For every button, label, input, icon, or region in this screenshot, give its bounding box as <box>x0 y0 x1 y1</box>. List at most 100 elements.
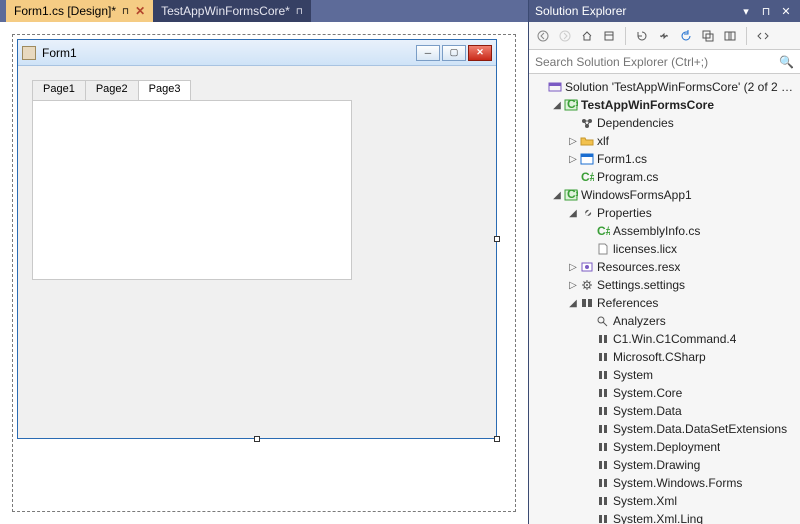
tab-pin-icon[interactable]: ⊓ <box>122 6 129 17</box>
pending-changes-filter-button[interactable] <box>632 26 652 46</box>
document-tabstrip: Form1.cs [Design]* ⊓ ✕ TestAppWinFormsCore*… <box>0 0 528 22</box>
back-button[interactable] <box>533 26 553 46</box>
tree-node[interactable]: ◢C#TestAppWinFormsCore <box>529 96 800 114</box>
tab-close-icon[interactable]: ✕ <box>135 4 145 18</box>
ref-icon <box>595 458 611 472</box>
tab-pin-icon[interactable]: ⊓ <box>296 6 303 17</box>
view-code-button[interactable] <box>753 26 773 46</box>
tree-node-label: System.Xml.Linq <box>611 512 703 524</box>
tree-node-label: Resources.resx <box>595 260 680 274</box>
tree-expander-icon[interactable]: ▷ <box>567 262 579 273</box>
ref-icon <box>595 350 611 364</box>
forward-button[interactable] <box>555 26 575 46</box>
home-button[interactable] <box>577 26 597 46</box>
tree-node-label: System.Data <box>611 404 682 418</box>
minimize-button[interactable]: ─ <box>416 45 440 61</box>
tree-node-label: System.Data.DataSetExtensions <box>611 422 787 436</box>
resize-handle-south[interactable] <box>254 436 260 442</box>
tree-node[interactable]: Analyzers <box>529 312 800 330</box>
tree-node[interactable]: ▷ Form1.cs <box>529 150 800 168</box>
tree-node[interactable]: System.Xml.Linq <box>529 510 800 524</box>
collapse-all-button[interactable] <box>698 26 718 46</box>
tree-node-label: References <box>595 296 658 310</box>
tree-expander-icon[interactable]: ◢ <box>551 190 563 201</box>
autohide-pin-icon[interactable]: ⊓ <box>758 3 774 19</box>
tree-node[interactable]: System.Data.DataSetExtensions <box>529 420 800 438</box>
gear-icon <box>579 278 595 292</box>
document-tab[interactable]: TestAppWinFormsCore*⊓ <box>153 0 311 22</box>
switch-views-button[interactable] <box>599 26 619 46</box>
tree-node[interactable]: System.Data <box>529 402 800 420</box>
tree-node[interactable]: ▷Settings.settings <box>529 276 800 294</box>
tree-node[interactable]: C1.Win.C1Command.4 <box>529 330 800 348</box>
tab-page[interactable] <box>32 100 352 280</box>
tree-expander-icon[interactable]: ▷ <box>567 136 579 147</box>
ref-icon <box>595 368 611 382</box>
tree-node-label: Form1.cs <box>595 152 647 166</box>
tree-expander-icon[interactable]: ◢ <box>551 100 563 111</box>
sync-with-active-document-button[interactable] <box>654 26 674 46</box>
cs-icon: C# <box>579 170 595 184</box>
ref-icon <box>595 332 611 346</box>
tree-node[interactable]: Solution 'TestAppWinFormsCore' (2 of 2 p… <box>529 78 800 96</box>
tree-view[interactable]: Solution 'TestAppWinFormsCore' (2 of 2 p… <box>529 74 800 524</box>
tree-node[interactable]: C#AssemblyInfo.cs <box>529 222 800 240</box>
window-position-button[interactable]: ▾ <box>738 3 754 19</box>
tree-node[interactable]: Dependencies <box>529 114 800 132</box>
svg-text:C#: C# <box>567 99 578 111</box>
analyzer-icon <box>595 314 611 328</box>
tree-node[interactable]: System <box>529 366 800 384</box>
search-input[interactable] <box>535 55 779 69</box>
ref-icon <box>595 386 611 400</box>
tree-node-label: System.Xml <box>611 494 677 508</box>
form-titlebar: Form1 ─ ▢ ✕ <box>18 40 496 66</box>
resize-handle-east[interactable] <box>494 236 500 242</box>
tabcontrol-tab[interactable]: Page1 <box>32 80 86 100</box>
maximize-button[interactable]: ▢ <box>442 45 466 61</box>
ref-icon <box>595 512 611 524</box>
show-all-files-button[interactable] <box>720 26 740 46</box>
tree-node[interactable]: ◢Properties <box>529 204 800 222</box>
file-icon <box>595 242 611 256</box>
resize-handle-se[interactable] <box>494 436 500 442</box>
tabcontrol-tab[interactable]: Page3 <box>138 80 192 100</box>
close-button[interactable]: ✕ <box>468 45 492 61</box>
tree-node[interactable]: ◢ References <box>529 294 800 312</box>
ref-icon <box>595 476 611 490</box>
tree-node[interactable]: ▷xlf <box>529 132 800 150</box>
designer-area: Form1.cs [Design]* ⊓ ✕ TestAppWinFormsCore*… <box>0 0 528 524</box>
tree-node[interactable]: System.Deployment <box>529 438 800 456</box>
tree-node-label: System.Core <box>611 386 682 400</box>
form-window[interactable]: Form1 ─ ▢ ✕ Page1Page2Page3 <box>17 39 497 439</box>
cs-icon: C# <box>595 224 611 238</box>
document-tab[interactable]: Form1.cs [Design]* ⊓ ✕ <box>6 0 153 22</box>
tab-control[interactable]: Page1Page2Page3 <box>32 80 352 280</box>
ref-icon <box>595 422 611 436</box>
form-title: Form1 <box>42 46 414 60</box>
tree-expander-icon[interactable]: ▷ <box>567 280 579 291</box>
document-tab-label: Form1.cs [Design]* <box>14 4 116 18</box>
tree-expander-icon[interactable]: ◢ <box>567 208 579 219</box>
tree-node[interactable]: System.Core <box>529 384 800 402</box>
tree-node[interactable]: licenses.licx <box>529 240 800 258</box>
search-row: 🔍 <box>529 50 800 74</box>
tree-node[interactable]: C#Program.cs <box>529 168 800 186</box>
refresh-button[interactable] <box>676 26 696 46</box>
search-icon[interactable]: 🔍 <box>779 55 794 69</box>
tree-node[interactable]: ▷ Resources.resx <box>529 258 800 276</box>
tabcontrol-tab[interactable]: Page2 <box>85 80 139 100</box>
ref-icon <box>595 494 611 508</box>
panel-close-button[interactable]: ✕ <box>778 3 794 19</box>
form-icon <box>22 46 36 60</box>
tree-expander-icon[interactable]: ▷ <box>567 154 579 165</box>
form-client-area[interactable]: Page1Page2Page3 <box>18 66 496 438</box>
tree-node[interactable]: System.Windows.Forms <box>529 474 800 492</box>
deps-icon <box>579 116 595 130</box>
tree-node[interactable]: System.Xml <box>529 492 800 510</box>
panel-titlebar: Solution Explorer ▾ ⊓ ✕ <box>529 0 800 22</box>
tree-node[interactable]: System.Drawing <box>529 456 800 474</box>
solution-explorer-panel: Solution Explorer ▾ ⊓ ✕ 🔍 Solution 'Test… <box>528 0 800 524</box>
tree-node[interactable]: Microsoft.CSharp <box>529 348 800 366</box>
tree-node[interactable]: ◢C#WindowsFormsApp1 <box>529 186 800 204</box>
tree-expander-icon[interactable]: ◢ <box>567 298 579 309</box>
